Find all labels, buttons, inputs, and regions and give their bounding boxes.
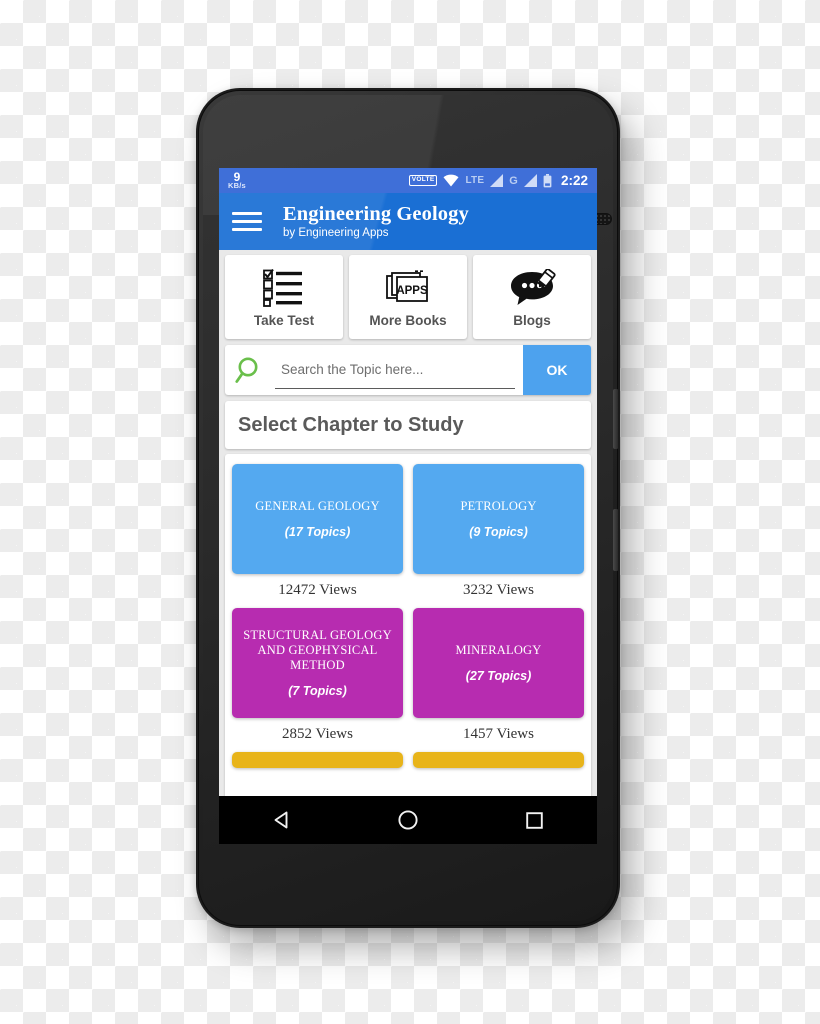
chapter-view-count: 3232 Views — [463, 582, 534, 598]
chapter-tile-structural-geology[interactable]: STRUCTURAL GEOLOGY AND GEOPHYSICAL METHO… — [232, 608, 403, 718]
chapter-tile-mineralogy[interactable]: MINERALOGY (27 Topics) — [413, 608, 584, 718]
network-speed-unit: KB/s — [228, 180, 246, 190]
search-input[interactable] — [275, 351, 515, 389]
home-circle-icon — [398, 810, 418, 830]
blogs-button[interactable]: Blogs — [473, 255, 591, 339]
search-icon[interactable] — [235, 355, 265, 385]
chapter-tile-clipped[interactable] — [413, 752, 584, 768]
volte-badge: VOLTE — [408, 175, 438, 186]
wifi-icon — [443, 174, 459, 187]
chapter-row: GENERAL GEOLOGY (17 Topics) 12472 Views … — [232, 464, 584, 603]
nav-recents-button[interactable] — [511, 797, 557, 843]
apps-stack-icon: APPS — [385, 266, 431, 310]
chapter-row: STRUCTURAL GEOLOGY AND GEOPHYSICAL METHO… — [232, 608, 584, 747]
app-subtitle: by Engineering Apps — [283, 226, 389, 239]
chapter-cell — [413, 752, 584, 768]
chapter-topic-count: (9 Topics) — [469, 525, 528, 540]
recents-square-icon — [525, 811, 543, 829]
chapter-cell: STRUCTURAL GEOLOGY AND GEOPHYSICAL METHO… — [232, 608, 403, 747]
lte-signal-icon — [490, 174, 504, 187]
nav-home-button[interactable] — [385, 797, 431, 843]
chapter-name: STRUCTURAL GEOLOGY AND GEOPHYSICAL METHO… — [243, 627, 392, 673]
g-signal-icon — [523, 174, 537, 187]
chapter-tile-general-geology[interactable]: GENERAL GEOLOGY (17 Topics) — [232, 464, 403, 574]
app-title-block: Engineering Geology by Engineering Apps — [283, 203, 469, 239]
chapter-cell: MINERALOGY (27 Topics) 1457 Views — [413, 608, 584, 747]
g-network-label: G — [509, 174, 518, 187]
chapter-cell: PETROLOGY (9 Topics) 3232 Views — [413, 464, 584, 603]
more-books-label: More Books — [369, 313, 447, 328]
chapter-view-count: 12472 Views — [278, 582, 357, 598]
menu-line — [232, 228, 262, 231]
menu-line — [232, 212, 262, 215]
page-title: Engineering Geology — [283, 203, 469, 226]
status-bar-clock: 2:22 — [560, 173, 588, 188]
take-test-button[interactable]: Take Test — [225, 255, 343, 339]
search-bar: OK — [225, 345, 591, 395]
checklist-icon — [263, 266, 305, 310]
chapter-name: MINERALOGY — [455, 642, 542, 657]
chapter-view-count: 2852 Views — [282, 726, 353, 742]
menu-line — [232, 220, 262, 223]
quick-action-row: Take Test APPS More Books Blogs — [225, 255, 591, 339]
back-triangle-icon — [274, 811, 288, 829]
battery-icon — [543, 173, 552, 187]
chapter-grid: GENERAL GEOLOGY (17 Topics) 12472 Views … — [225, 454, 591, 805]
svg-text:APPS: APPS — [396, 285, 428, 297]
android-navigation-bar — [219, 796, 597, 844]
chapter-row-partial — [232, 752, 584, 768]
power-button[interactable] — [613, 389, 618, 449]
chapter-view-count: 1457 Views — [463, 726, 534, 742]
chapter-topic-count: (27 Topics) — [465, 669, 532, 684]
phone-screen: 9 KB/s VOLTE LTE G 2:22 Engineering Geol… — [219, 168, 597, 844]
status-icon-group: VOLTE LTE G 2:22 — [408, 173, 588, 188]
chapter-cell — [232, 752, 403, 768]
chapter-name: GENERAL GEOLOGY — [255, 498, 380, 513]
speech-bubble-pen-icon — [508, 266, 556, 310]
nav-back-button[interactable] — [259, 797, 305, 843]
network-speed-indicator: 9 KB/s — [228, 171, 246, 190]
lte-label: LTE — [465, 175, 485, 186]
section-header: Select Chapter to Study — [225, 401, 591, 449]
volume-rocker-button[interactable] — [613, 509, 618, 571]
chapter-tile-clipped[interactable] — [232, 752, 403, 768]
take-test-label: Take Test — [253, 313, 315, 328]
chapter-topic-count: (17 Topics) — [284, 525, 351, 540]
chapter-name: PETROLOGY — [460, 498, 537, 513]
search-ok-button[interactable]: OK — [523, 345, 591, 395]
chapter-topic-count: (7 Topics) — [288, 684, 347, 699]
chapter-cell: GENERAL GEOLOGY (17 Topics) 12472 Views — [232, 464, 403, 603]
more-books-button[interactable]: APPS More Books — [349, 255, 467, 339]
status-bar: 9 KB/s VOLTE LTE G 2:22 — [219, 168, 597, 193]
app-bar: Engineering Geology by Engineering Apps — [219, 193, 597, 250]
blogs-label: Blogs — [513, 313, 551, 328]
hamburger-menu-icon[interactable] — [232, 209, 264, 235]
chapter-tile-petrology[interactable]: PETROLOGY (9 Topics) — [413, 464, 584, 574]
main-content: Take Test APPS More Books Blogs Search t… — [219, 250, 597, 844]
section-title: Select Chapter to Study — [238, 413, 464, 436]
